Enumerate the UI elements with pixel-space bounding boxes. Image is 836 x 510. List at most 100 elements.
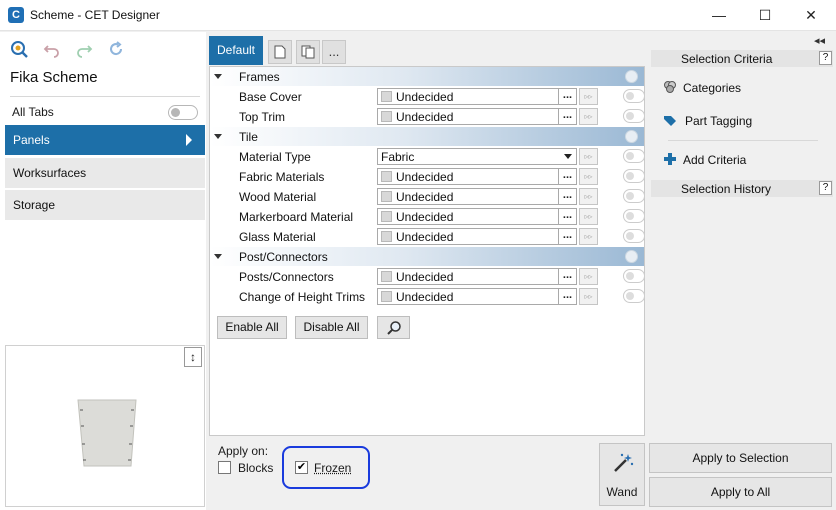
- title-bar: C Scheme - CET Designer — ☐ ✕: [0, 0, 836, 31]
- forward-icon[interactable]: ▹▹: [579, 88, 598, 105]
- group-post-connectors[interactable]: Post/Connectors: [210, 247, 644, 266]
- all-tabs-label: All Tabs: [12, 105, 54, 119]
- copy-document-icon[interactable]: [296, 40, 320, 64]
- value-field-change-height-trims[interactable]: Undecided ...: [377, 288, 577, 305]
- search-button[interactable]: [377, 316, 410, 339]
- chevron-right-icon: [186, 134, 192, 146]
- browse-button[interactable]: ...: [558, 189, 576, 204]
- search-icon: [386, 321, 401, 335]
- row-toggle[interactable]: [623, 209, 645, 223]
- help-icon[interactable]: ?: [819, 181, 832, 195]
- blocks-checkbox[interactable]: [218, 461, 231, 474]
- row-toggle[interactable]: [623, 109, 645, 123]
- row-toggle[interactable]: [623, 169, 645, 183]
- value-field-base-cover[interactable]: Undecided ...: [377, 88, 577, 105]
- group-label: Post/Connectors: [239, 250, 328, 264]
- collapse-panel-icon[interactable]: ◂◂: [814, 34, 825, 47]
- property-label: Material Type: [239, 150, 311, 164]
- apply-on-label: Apply on:: [218, 444, 269, 458]
- refresh-icon[interactable]: [107, 40, 125, 58]
- property-label: Wood Material: [239, 190, 317, 204]
- category-panels[interactable]: Panels: [5, 125, 205, 155]
- browse-button[interactable]: ...: [558, 109, 576, 124]
- browse-button[interactable]: ...: [558, 169, 576, 184]
- group-toggle[interactable]: [625, 250, 638, 263]
- minimize-button[interactable]: —: [696, 0, 742, 31]
- swatch-icon: [381, 211, 392, 222]
- help-icon[interactable]: ?: [819, 51, 832, 65]
- section-title: Selection Criteria: [681, 52, 773, 66]
- swatch-icon: [381, 291, 392, 302]
- close-button[interactable]: ✕: [788, 0, 834, 31]
- tab-default[interactable]: Default: [209, 36, 263, 65]
- scheme-name: Fika Scheme: [10, 69, 98, 86]
- row-toggle[interactable]: [623, 229, 645, 243]
- group-toggle[interactable]: [625, 130, 638, 143]
- group-frames[interactable]: Frames: [210, 67, 644, 86]
- disable-all-button[interactable]: Disable All: [295, 316, 368, 339]
- row-toggle[interactable]: [623, 149, 645, 163]
- maximize-button[interactable]: ☐: [742, 0, 788, 31]
- value-text: Undecided: [396, 110, 454, 124]
- resize-vertical-icon[interactable]: ↕: [184, 347, 202, 367]
- swatch-icon: [381, 191, 392, 202]
- categories-criteria[interactable]: Categories: [683, 81, 741, 95]
- selection-history-header: Selection History ?: [651, 180, 833, 197]
- group-toggle[interactable]: [625, 70, 638, 83]
- value-field-wood-material[interactable]: Undecided ...: [377, 188, 577, 205]
- collapse-arrow-icon: [214, 74, 222, 79]
- value-text: Undecided: [396, 210, 454, 224]
- row-toggle[interactable]: [623, 269, 645, 283]
- browse-button[interactable]: ...: [558, 289, 576, 304]
- row-toggle[interactable]: [623, 189, 645, 203]
- value-field-markerboard-material[interactable]: Undecided ...: [377, 208, 577, 225]
- forward-icon[interactable]: ▹▹: [579, 228, 598, 245]
- swatch-icon: [381, 111, 392, 122]
- product-preview: [5, 345, 205, 507]
- magnifier-icon[interactable]: [10, 40, 28, 58]
- row-toggle[interactable]: [623, 289, 645, 303]
- forward-icon[interactable]: ▹▹: [579, 168, 598, 185]
- categories-icon: [662, 80, 678, 96]
- swatch-icon: [381, 171, 392, 182]
- property-label: Posts/Connectors: [239, 270, 334, 284]
- apply-to-all-button[interactable]: Apply to All: [649, 477, 832, 507]
- value-text: Undecided: [396, 90, 454, 104]
- new-document-icon[interactable]: [268, 40, 292, 64]
- undo-icon[interactable]: [43, 40, 61, 58]
- chevron-down-icon: [564, 154, 572, 159]
- category-storage[interactable]: Storage: [5, 190, 205, 220]
- property-label: Change of Height Trims: [239, 290, 366, 304]
- forward-icon[interactable]: ▹▹: [579, 108, 598, 125]
- browse-button[interactable]: ...: [558, 229, 576, 244]
- add-icon: [662, 152, 678, 168]
- add-criteria-button[interactable]: Add Criteria: [683, 153, 746, 167]
- forward-icon[interactable]: ▹▹: [579, 148, 598, 165]
- browse-button[interactable]: ...: [558, 269, 576, 284]
- value-field-posts-connectors[interactable]: Undecided ...: [377, 268, 577, 285]
- more-options-button[interactable]: ...: [322, 40, 346, 64]
- apply-to-selection-button[interactable]: Apply to Selection: [649, 443, 832, 473]
- value-field-fabric-materials[interactable]: Undecided ...: [377, 168, 577, 185]
- swatch-icon: [381, 91, 392, 102]
- forward-icon[interactable]: ▹▹: [579, 288, 598, 305]
- value-text: Fabric: [381, 150, 415, 164]
- browse-button[interactable]: ...: [558, 209, 576, 224]
- wand-button[interactable]: Wand: [599, 443, 645, 506]
- group-tile[interactable]: Tile: [210, 127, 644, 146]
- category-worksurfaces[interactable]: Worksurfaces: [5, 158, 205, 188]
- forward-icon[interactable]: ▹▹: [579, 268, 598, 285]
- enable-all-button[interactable]: Enable All: [217, 316, 287, 339]
- value-field-glass-material[interactable]: Undecided ...: [377, 228, 577, 245]
- all-tabs-toggle[interactable]: [168, 105, 198, 120]
- material-type-dropdown[interactable]: Fabric: [377, 148, 577, 165]
- collapse-arrow-icon: [214, 134, 222, 139]
- redo-icon[interactable]: [75, 40, 93, 58]
- magic-wand-icon: [614, 453, 634, 472]
- forward-icon[interactable]: ▹▹: [579, 188, 598, 205]
- browse-button[interactable]: ...: [558, 89, 576, 104]
- row-toggle[interactable]: [623, 89, 645, 103]
- part-tagging-criteria[interactable]: Part Tagging: [685, 114, 752, 128]
- value-field-top-trim[interactable]: Undecided ...: [377, 108, 577, 125]
- forward-icon[interactable]: ▹▹: [579, 208, 598, 225]
